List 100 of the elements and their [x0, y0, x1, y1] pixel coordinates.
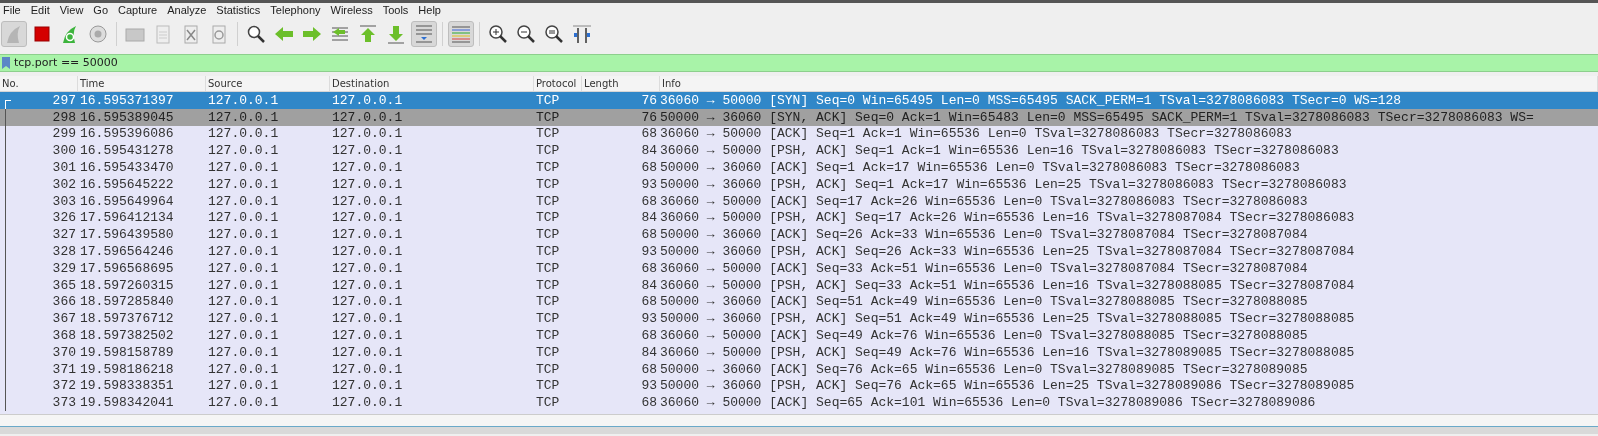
- packet-row[interactable]: 370 19.598158789 127.0.0.1 127.0.0.1 TCP 84 36060 → 50000 [PSH, ACK] Seq=49 Ack=76 Win=65536 Len=16 TSval=3278089085 TSecr=3278088085: [0, 343, 1598, 361]
- menu-item[interactable]: View: [54, 2, 89, 19]
- table-cell: 16.595396086: [80, 126, 174, 142]
- menu-item[interactable]: Analyze: [162, 2, 212, 19]
- table-cell: TCP: [536, 109, 560, 125]
- table-cell: 127.0.0.1: [332, 244, 403, 260]
- column-header[interactable]: Protocol: [536, 76, 577, 91]
- column-header[interactable]: No.: [2, 76, 19, 91]
- column-header[interactable]: Length: [584, 76, 619, 91]
- table-cell: 127.0.0.1: [332, 126, 403, 142]
- table-cell: 127.0.0.1: [208, 244, 279, 260]
- table-cell: 127.0.0.1: [332, 378, 403, 394]
- table-cell: 84: [641, 143, 657, 159]
- packet-row[interactable]: 366 18.597285840 127.0.0.1 127.0.0.1 TCP 68 50000 → 36060 [ACK] Seq=51 Ack=49 Win=65536 Len=0 TSval=3278088085 TSecr=3278088085: [0, 293, 1598, 311]
- packet-row[interactable]: 299 16.595396086 127.0.0.1 127.0.0.1 TCP 68 36060 → 50000 [ACK] Seq=1 Ack=1 Win=65536 Len=0 TSval=3278086083 TSecr=3278086083: [0, 125, 1598, 143]
- table-cell: 16.595645222: [80, 176, 174, 192]
- table-cell: 68: [641, 328, 657, 344]
- table-cell: 302: [52, 176, 76, 192]
- packet-row[interactable]: 328 17.596564246 127.0.0.1 127.0.0.1 TCP 93 50000 → 36060 [PSH, ACK] Seq=26 Ack=33 Win=65536 Len=25 TSval=3278087084 TSecr=3278087084: [0, 243, 1598, 260]
- column-header[interactable]: Info: [662, 76, 681, 91]
- packet-row[interactable]: 329 17.596568695 127.0.0.1 127.0.0.1 TCP 68 36060 → 50000 [ACK] Seq=33 Ack=51 Win=65536 Len=0 TSval=3278087084 TSecr=3278087084: [0, 259, 1598, 277]
- table-cell: 127.0.0.1: [208, 294, 279, 310]
- table-cell: 93: [641, 311, 657, 327]
- table-cell: 328: [52, 244, 76, 260]
- table-cell: 19.598342041: [80, 395, 174, 411]
- menu-item[interactable]: Statistics: [211, 2, 266, 19]
- packet-row[interactable]: 297 16.595371397 127.0.0.1 127.0.0.1 TCP 76 36060 → 50000 [SYN] Seq=0 Win=65495 Len=0 MSS=65495 SACK_PERM=1 TSval=3278086083 TSecr=0 WS=128: [0, 92, 1598, 109]
- packet-row[interactable]: 372 19.598338351 127.0.0.1 127.0.0.1 TCP 93 50000 → 36060 [PSH, ACK] Seq=76 Ack=65 Win=65536 Len=25 TSval=3278089086 TSecr=3278089085: [0, 377, 1598, 395]
- menu-item[interactable]: Telephony: [265, 2, 326, 19]
- table-cell: 68: [641, 395, 657, 411]
- table-cell: 127.0.0.1: [208, 328, 279, 344]
- table-cell: 36060 → 50000 [PSH, ACK] Seq=17 Ack=26 Win=65536 Len=16 TSval=3278087084 TSecr=3278086083: [660, 210, 1355, 226]
- column-header[interactable]: Source: [208, 76, 243, 91]
- table-cell: 84: [641, 210, 657, 226]
- table-cell: 68: [641, 193, 657, 209]
- zoom-in-icon: [487, 23, 509, 45]
- packet-row[interactable]: 301 16.595433470 127.0.0.1 127.0.0.1 TCP 68 50000 → 36060 [ACK] Seq=1 Ack=17 Win=65536 Len=0 TSval=3278086083 TSecr=3278086083: [0, 159, 1598, 176]
- packet-row[interactable]: 300 16.595431278 127.0.0.1 127.0.0.1 TCP 84 36060 → 50000 [PSH, ACK] Seq=1 Ack=1 Win=65536 Len=16 TSval=3278086083 TSecr=3278086083: [0, 142, 1598, 160]
- table-cell: 17.596439580: [80, 227, 174, 243]
- packet-row[interactable]: 368 18.597382502 127.0.0.1 127.0.0.1 TCP 68 36060 → 50000 [ACK] Seq=49 Ack=76 Win=65536 Len=0 TSval=3278088085 TSecr=3278088085: [0, 327, 1598, 344]
- table-cell: 127.0.0.1: [332, 294, 403, 310]
- table-cell: 36060 → 50000 [ACK] Seq=65 Ack=101 Win=65536 Len=0 TSval=3278089086 TSecr=3278089086: [660, 395, 1316, 411]
- table-cell: TCP: [536, 210, 560, 226]
- packet-row[interactable]: 365 18.597260315 127.0.0.1 127.0.0.1 TCP 84 36060 → 50000 [PSH, ACK] Seq=33 Ack=51 Win=65536 Len=16 TSval=3278088085 TSecr=3278087084: [0, 276, 1598, 294]
- up-arrow-icon: [357, 23, 379, 45]
- menu-item[interactable]: Go: [88, 2, 114, 19]
- table-cell: 329: [52, 260, 76, 276]
- table-cell: TCP: [536, 361, 560, 377]
- gear-icon: [87, 23, 109, 45]
- table-cell: 327: [52, 227, 76, 243]
- table-cell: TCP: [536, 176, 560, 192]
- colorize-icon: [450, 23, 472, 45]
- zoom-reset-icon: [543, 23, 565, 45]
- table-cell: 366: [52, 294, 76, 310]
- table-cell: 127.0.0.1: [208, 227, 279, 243]
- table-cell: 50000 → 36060 [SYN, ACK] Seq=0 Ack=1 Win=65483 Len=0 MSS=65495 SACK_PERM=1 TSval=3278086083 TSecr=3278086083 WS=: [660, 109, 1534, 125]
- table-cell: TCP: [536, 160, 560, 176]
- menu-item[interactable]: Help: [413, 2, 446, 19]
- autoscroll-icon: [413, 23, 435, 45]
- table-cell: 16.595431278: [80, 143, 174, 159]
- column-header[interactable]: Time: [80, 76, 105, 91]
- packet-row[interactable]: 327 17.596439580 127.0.0.1 127.0.0.1 TCP 68 50000 → 36060 [ACK] Seq=26 Ack=33 Win=65536 Len=0 TSval=3278087084 TSecr=3278087084: [0, 226, 1598, 244]
- table-cell: TCP: [536, 143, 560, 159]
- table-cell: 18.597260315: [80, 277, 174, 293]
- table-cell: 84: [641, 344, 657, 360]
- menu-item[interactable]: Tools: [377, 2, 414, 19]
- table-cell: 127.0.0.1: [208, 395, 279, 411]
- table-cell: 17.596564246: [80, 244, 174, 260]
- table-cell: 127.0.0.1: [332, 109, 403, 125]
- table-cell: 16.595389045: [80, 109, 174, 125]
- table-cell: 127.0.0.1: [332, 328, 403, 344]
- packet-row[interactable]: 371 19.598186218 127.0.0.1 127.0.0.1 TCP 68 50000 → 36060 [ACK] Seq=76 Ack=65 Win=65536 Len=0 TSval=3278089085 TSecr=3278089085: [0, 360, 1598, 378]
- table-cell: 36060 → 50000 [ACK] Seq=1 Ack=1 Win=65536 Len=0 TSval=3278086083 TSecr=3278086083: [660, 126, 1292, 142]
- packet-row[interactable]: 367 18.597376712 127.0.0.1 127.0.0.1 TCP 93 50000 → 36060 [PSH, ACK] Seq=51 Ack=49 Win=65536 Len=25 TSval=3278088085 TSecr=3278088085: [0, 310, 1598, 328]
- table-cell: 127.0.0.1: [208, 210, 279, 226]
- bookmark-icon[interactable]: [2, 57, 10, 69]
- table-cell: TCP: [536, 126, 560, 142]
- menu-item[interactable]: Capture: [113, 2, 163, 19]
- table-cell: 368: [52, 328, 76, 344]
- packet-row[interactable]: 302 16.595645222 127.0.0.1 127.0.0.1 TCP 93 50000 → 36060 [PSH, ACK] Seq=1 Ack=17 Win=65536 Len=25 TSval=3278086083 TSecr=3278086083: [0, 176, 1598, 193]
- table-cell: 93: [641, 176, 657, 192]
- column-header[interactable]: Destination: [332, 76, 390, 91]
- table-cell: 36060 → 50000 [PSH, ACK] Seq=33 Ack=51 Win=65536 Len=16 TSval=3278088085 TSecr=3278087084: [660, 277, 1355, 293]
- table-cell: 127.0.0.1: [208, 193, 279, 209]
- packet-row[interactable]: 373 19.598342041 127.0.0.1 127.0.0.1 TCP 68 36060 → 50000 [ACK] Seq=65 Ack=101 Win=65536 Len=0 TSval=3278089086 TSecr=3278089086: [0, 394, 1598, 412]
- menu-item[interactable]: Edit: [25, 2, 55, 19]
- packet-row[interactable]: 326 17.596412134 127.0.0.1 127.0.0.1 TCP 84 36060 → 50000 [PSH, ACK] Seq=17 Ack=26 Win=65536 Len=16 TSval=3278087084 TSecr=3278086083: [0, 209, 1598, 227]
- table-cell: 68: [641, 126, 657, 142]
- table-cell: 68: [641, 227, 657, 243]
- table-cell: 127.0.0.1: [332, 311, 403, 327]
- down-arrow-icon: [385, 23, 407, 45]
- table-cell: 36060 → 50000 [ACK] Seq=49 Ack=76 Win=65536 Len=0 TSval=3278088085 TSecr=3278088085: [660, 328, 1308, 344]
- table-cell: 300: [52, 143, 76, 159]
- table-cell: 18.597285840: [80, 294, 174, 310]
- table-cell: 127.0.0.1: [208, 277, 279, 293]
- menu-item[interactable]: File: [0, 2, 26, 19]
- packet-row[interactable]: 303 16.595649964 127.0.0.1 127.0.0.1 TCP 68 36060 → 50000 [ACK] Seq=17 Ack=26 Win=65536 Len=0 TSval=3278086083 TSecr=3278086083: [0, 192, 1598, 210]
- menu-item[interactable]: Wireless: [325, 2, 378, 19]
- horizontal-scrollbar[interactable]: [0, 414, 1598, 426]
- table-cell: TCP: [536, 244, 560, 260]
